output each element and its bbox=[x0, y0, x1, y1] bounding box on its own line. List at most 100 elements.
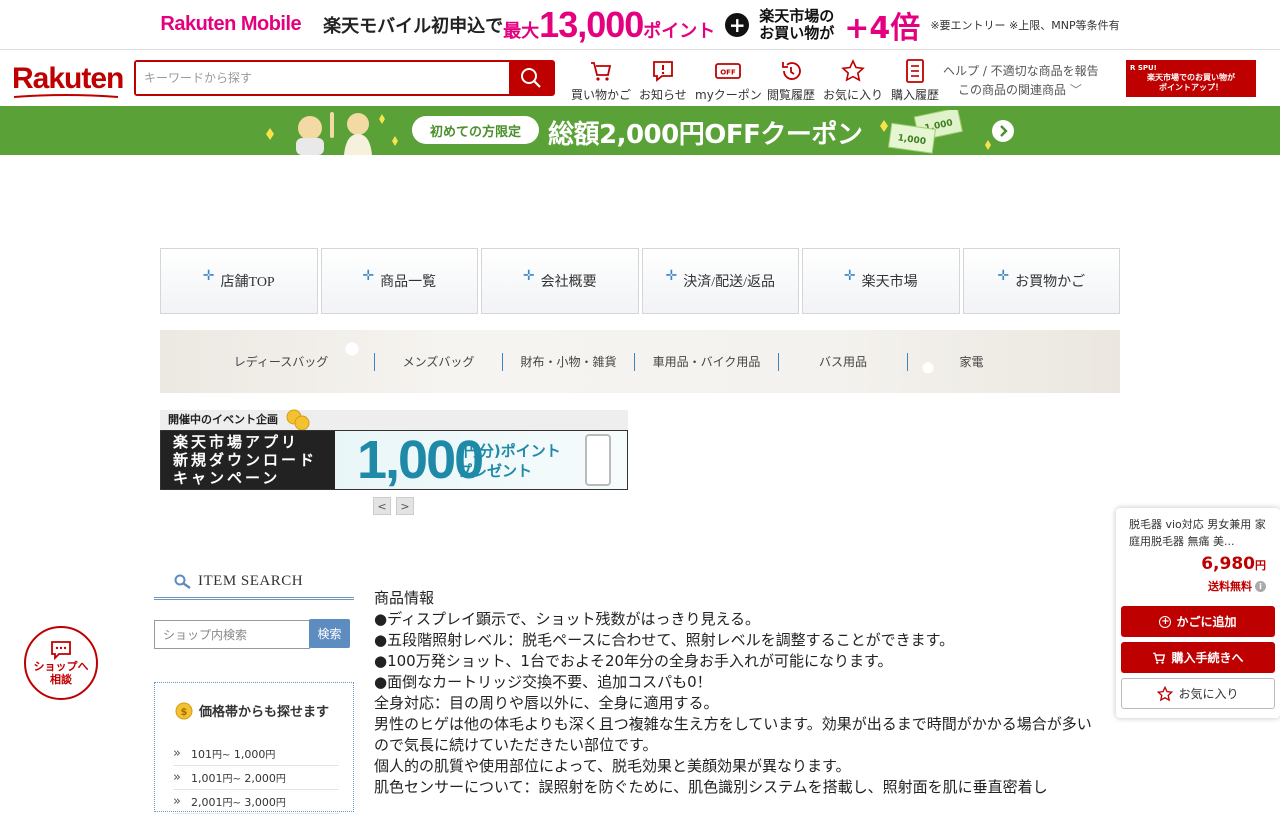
shop-tab-items[interactable]: ✛ 商品一覧 bbox=[320, 248, 478, 314]
nav-history[interactable]: 閲覧履歴 bbox=[767, 58, 815, 103]
shop-tab-cart[interactable]: ✛ お買物かご bbox=[962, 248, 1120, 314]
star-icon bbox=[841, 59, 865, 82]
shop-tab-rakuten[interactable]: ✛ 楽天市場 bbox=[802, 248, 960, 314]
category-item[interactable]: メンズバッグ bbox=[375, 354, 502, 370]
item-search-label: ITEM SEARCH bbox=[198, 573, 304, 589]
promo-line-a: 楽天市場の bbox=[759, 6, 835, 25]
help-link[interactable]: ヘルプ / 不適切な商品を報告 bbox=[943, 62, 1099, 81]
category-bar: レディースバッグ メンズバッグ 財布・小物・雑貨 車用品・バイク用品 バス用品 … bbox=[160, 330, 1120, 393]
campaign-line: 新規ダウンロード bbox=[173, 451, 318, 469]
coin-icon: $ bbox=[175, 702, 193, 719]
svg-text:$: $ bbox=[181, 707, 188, 718]
app-campaign-banner[interactable]: 楽天市場アプリ 新規ダウンロード キャンペーン 1,000 (円分)ポイント プ… bbox=[160, 430, 628, 490]
carousel-next-button[interactable]: > bbox=[396, 497, 414, 515]
chevron-right-icon[interactable] bbox=[991, 119, 1015, 143]
star-icon bbox=[1157, 685, 1174, 701]
nav-favorites-label: お気に入り bbox=[823, 88, 884, 102]
nav-cart[interactable]: 買い物かご bbox=[571, 58, 631, 103]
search-icon bbox=[521, 68, 541, 88]
nav-coupon[interactable]: OFF myクーポン bbox=[695, 58, 762, 103]
related-items-link[interactable]: この商品の関連商品 ﹀ bbox=[943, 81, 1099, 100]
shop-search-button[interactable]: 検索 bbox=[309, 619, 350, 648]
add-to-cart-label: かごに追加 bbox=[1176, 615, 1237, 629]
product-description: 商品情報 ●ディスプレイ顕示で、ショット残数がはっきり見える。 ●五段階照射レベ… bbox=[374, 588, 1104, 798]
purchase-history-icon bbox=[906, 59, 924, 83]
buy-now-label: 購入手続きへ bbox=[1171, 651, 1244, 665]
add-to-favorites-button[interactable]: お気に入り bbox=[1121, 678, 1275, 709]
shop-tab-label: 店舗TOP bbox=[220, 275, 275, 290]
cross-icon: ✛ bbox=[665, 268, 678, 284]
cross-icon: ✛ bbox=[202, 268, 215, 284]
cross-icon: ✛ bbox=[522, 268, 535, 284]
cross-icon: ✛ bbox=[362, 268, 375, 284]
campaign-sub: (円分)ポイント プレゼント bbox=[457, 441, 561, 481]
phone-icon bbox=[585, 434, 611, 486]
search-button[interactable] bbox=[509, 62, 553, 94]
nav-purchase-history[interactable]: 購入履歴 bbox=[891, 58, 939, 103]
category-item[interactable]: バス用品 bbox=[779, 354, 907, 370]
shipping-label: 送料無料 bbox=[1208, 580, 1252, 593]
chat-line2: 相談 bbox=[50, 673, 72, 686]
nav-favorites[interactable]: お気に入り bbox=[823, 58, 883, 103]
category-item[interactable]: 財布・小物・雑貨 bbox=[503, 354, 634, 370]
category-item[interactable]: レディースバッグ bbox=[160, 354, 374, 370]
spu-banner[interactable]: R SPU! 楽天市場でのお買い物が ポイントアップ！ bbox=[1126, 60, 1256, 97]
shop-tab-payment[interactable]: ✛ 決済/配送/返品 bbox=[641, 248, 799, 314]
price-from: 1,001 bbox=[190, 772, 223, 785]
cross-icon: ✛ bbox=[997, 268, 1010, 284]
search-icon bbox=[174, 574, 191, 589]
promo-max: 最大 bbox=[503, 20, 540, 42]
description-line: 男性のヒゲは他の体毛よりも深く且つ複雑な生え方をしています。効果が出るまで時間が… bbox=[374, 715, 1092, 754]
history-icon bbox=[782, 62, 801, 80]
price-range-link[interactable]: » 1,001円~ 2,000円 bbox=[173, 766, 339, 790]
coin-icon bbox=[286, 409, 310, 431]
chat-line1: ショップへ bbox=[33, 660, 89, 673]
coupon-pill: 初めての方限定 bbox=[412, 116, 539, 144]
first-time-coupon-banner[interactable]: 初めての方限定 総額2,000円OFFクーポン 1,000 1,000 bbox=[0, 106, 1280, 155]
campaign-points: 1,000 (円分)ポイント プレゼント bbox=[335, 431, 627, 489]
description-line: ●ディスプレイ顕示で、ショット残数がはっきり見える。 bbox=[374, 610, 760, 628]
price-range-title-text: 価格帯からも探せます bbox=[199, 705, 330, 720]
price-range-link[interactable]: » 2,001円~ 3,000円 bbox=[173, 790, 339, 814]
rakuten-mobile-promo-banner[interactable]: Rakuten Mobile 楽天モバイル初申込で 最大 13,000 ポイント… bbox=[0, 0, 1280, 50]
price-range-box: $ 価格帯からも探せます » 101円~ 1,000円 » 1,001円~ 2,… bbox=[154, 682, 354, 814]
double-chevron-icon: » bbox=[173, 794, 181, 809]
cart-icon bbox=[591, 62, 612, 81]
nav-notice[interactable]: お知らせ bbox=[639, 58, 687, 103]
campaign-line: キャンペーン bbox=[173, 469, 281, 487]
shop-tab-top[interactable]: ✛ 店舗TOP bbox=[160, 248, 318, 314]
shop-search-input[interactable] bbox=[154, 620, 310, 649]
info-icon[interactable]: i bbox=[1255, 580, 1266, 592]
favorite-label: お気に入り bbox=[1178, 687, 1239, 701]
cart-price-unit: 円 bbox=[1255, 559, 1266, 572]
add-to-cart-button[interactable]: + かごに追加 bbox=[1121, 606, 1275, 637]
category-item[interactable]: 家電 bbox=[908, 354, 1035, 370]
shop-tab-label: お買物かご bbox=[1015, 275, 1086, 290]
double-chevron-icon: » bbox=[173, 746, 181, 761]
cross-icon: ✛ bbox=[843, 268, 856, 284]
price-from: 101 bbox=[190, 748, 212, 761]
price-to: 2,000 bbox=[244, 772, 276, 785]
campaign-line: 楽天市場アプリ bbox=[173, 433, 300, 451]
rakuten-logo[interactable]: Rakuten bbox=[12, 62, 124, 96]
shop-chat-button[interactable]: ショップへ 相談 bbox=[24, 626, 98, 700]
yen-from-label: 円~ bbox=[222, 774, 241, 785]
description-heading: 商品情報 bbox=[374, 589, 435, 607]
category-item[interactable]: 車用品・バイク用品 bbox=[635, 354, 778, 370]
cart-product-name[interactable]: 脱毛器 vio対応 男女兼用 家庭用脱毛器 無痛 美... bbox=[1129, 516, 1269, 550]
shop-tab-company[interactable]: ✛ 会社概要 bbox=[481, 248, 639, 314]
carousel-prev-button[interactable]: < bbox=[373, 497, 391, 515]
promo-market-text: 楽天市場の お買い物が bbox=[759, 6, 835, 42]
floating-cart-panel: 脱毛器 vio対応 男女兼用 家庭用脱毛器 無痛 美... 6,980円 送料無… bbox=[1116, 508, 1280, 718]
promo-multiplier: +4倍 bbox=[844, 10, 921, 46]
shop-tab-label: 商品一覧 bbox=[380, 275, 437, 290]
nav-history-label: 閲覧履歴 bbox=[767, 88, 816, 102]
shop-tab-label: 楽天市場 bbox=[861, 275, 918, 290]
chevron-down-icon: ﹀ bbox=[1069, 83, 1082, 97]
price-range-link[interactable]: » 101円~ 1,000円 bbox=[173, 742, 339, 766]
buy-now-button[interactable]: 購入手続きへ bbox=[1121, 642, 1275, 673]
svg-text:OFF: OFF bbox=[721, 69, 737, 77]
promo-line-b: お買い物が bbox=[759, 23, 835, 42]
campaign-sub2: プレゼント bbox=[457, 462, 533, 480]
search-input[interactable] bbox=[136, 62, 509, 94]
